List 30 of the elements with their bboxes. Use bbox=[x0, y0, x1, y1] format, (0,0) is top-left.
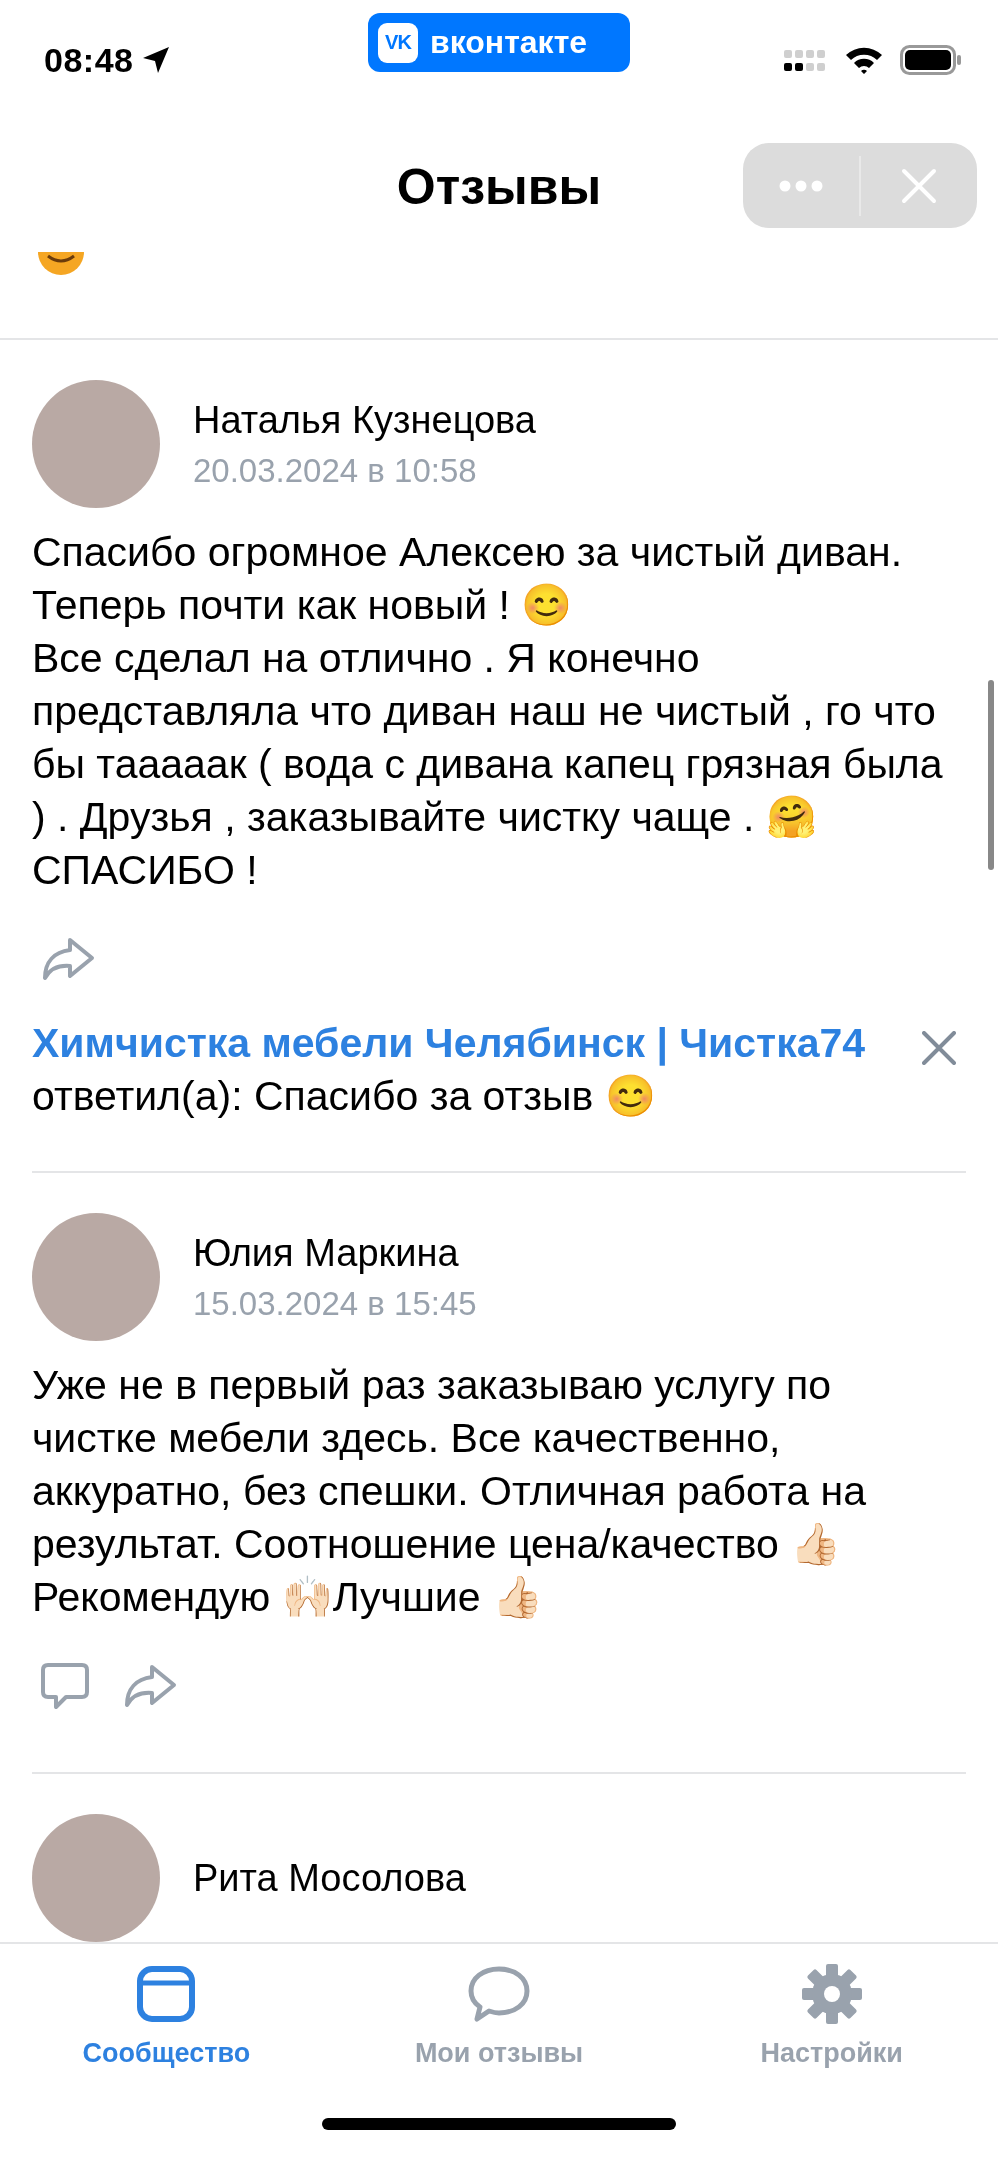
battery-icon bbox=[900, 45, 962, 75]
review-date: 15.03.2024 в 15:45 bbox=[193, 1284, 477, 1323]
comment-icon[interactable] bbox=[40, 1661, 90, 1711]
wifi-icon bbox=[844, 45, 884, 75]
review-date: 20.03.2024 в 10:58 bbox=[193, 451, 478, 490]
tab[interactable]: Сообщество bbox=[0, 1944, 333, 2104]
author-name[interactable]: Наталья Кузнецова bbox=[193, 398, 536, 442]
close-icon[interactable] bbox=[922, 1031, 956, 1065]
smiley-emoji-icon bbox=[36, 250, 86, 278]
tab[interactable]: Мои отзывы bbox=[332, 1944, 666, 2104]
tab[interactable]: Настройки bbox=[665, 1944, 998, 2104]
location-arrow-icon bbox=[141, 45, 172, 75]
close-icon bbox=[901, 167, 937, 204]
author-name[interactable]: Юлия Маркина bbox=[193, 1231, 477, 1275]
author-name[interactable]: Рита Мосолова bbox=[193, 1856, 466, 1900]
clock-time: 08:48 bbox=[44, 40, 134, 80]
reply-text: Химчистка мебели Челябинск | Чистка74 ответил(а): Спасибо за отзыв 😊 bbox=[32, 1019, 867, 1121]
app-logo: VK bbox=[378, 22, 418, 63]
more-icon bbox=[779, 179, 823, 192]
speech-bubble-icon bbox=[467, 1965, 531, 2023]
share-icon[interactable] bbox=[40, 936, 96, 982]
share-icon[interactable] bbox=[122, 1663, 178, 1709]
app-badge[interactable]: VK вконтакте bbox=[368, 13, 630, 72]
community-icon bbox=[136, 1965, 197, 2023]
gear-icon bbox=[800, 1963, 863, 2025]
review-text: Уже не в первый раз заказываю услугу по чистке мебели здесь. Все качественно, аккуратно, без спешки. Отличная работа на результат. Соотношение цена/качество 👍🏻 Рекомендую 🙌🏻Лучшие 👍🏻 bbox=[32, 1361, 867, 1622]
page-title: Отзывы bbox=[395, 162, 603, 212]
community-link[interactable]: Химчистка мебели Челябинск | Чистка74 bbox=[32, 1020, 866, 1066]
review-text: Спасибо огромное Алексею за чистый диван. Теперь почти как новый ! 😊 Все сделал на отлично . Я конечно представляла что диван наш не чистый , го что бы тааааак ( вода с дивана капец грязная была ) . Друзья , заказывайте чистку чаще . 🤗 СПАСИБО ! bbox=[32, 528, 944, 895]
cellular-signal-icon bbox=[784, 47, 828, 73]
